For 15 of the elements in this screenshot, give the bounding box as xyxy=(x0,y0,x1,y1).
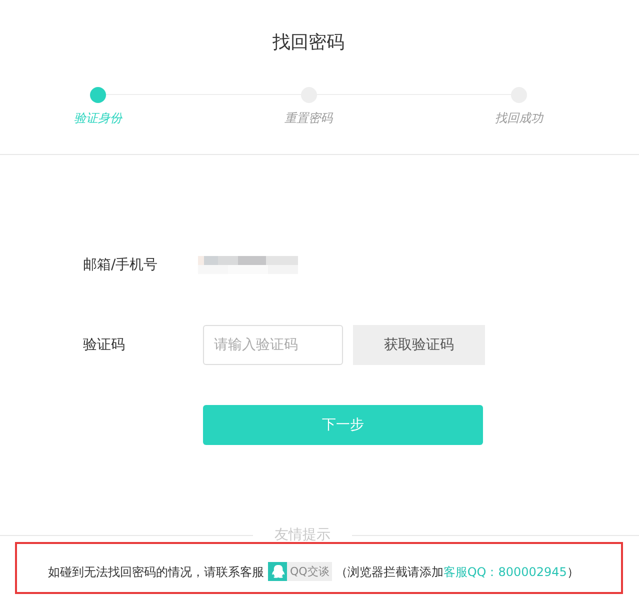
field-label: 邮箱/手机号 xyxy=(83,256,159,274)
step-label: 找回成功 xyxy=(495,110,543,127)
field-label: 验证码 xyxy=(83,336,126,354)
page-title: 找回密码 xyxy=(272,31,344,55)
get-code-button[interactable]: 获取验证码 xyxy=(353,325,485,365)
notice-text: （浏览器拦截请添加 xyxy=(335,564,444,581)
notice-text: 如碰到无法找回密码的情况，请联系客服 xyxy=(48,564,264,581)
code-input[interactable]: 请输入验证码 xyxy=(203,325,343,365)
step-label: 重置密码 xyxy=(284,110,332,127)
support-qq-link[interactable]: 客服QQ：800002945 xyxy=(443,564,567,581)
closing-parenthesis: ） xyxy=(566,564,579,581)
penguin-icon xyxy=(268,562,287,581)
qq-chat-button[interactable]: QQ交谈 xyxy=(268,562,332,581)
next-step-button[interactable]: 下一步 xyxy=(203,405,483,445)
step-label: 验证身份 xyxy=(74,110,122,127)
